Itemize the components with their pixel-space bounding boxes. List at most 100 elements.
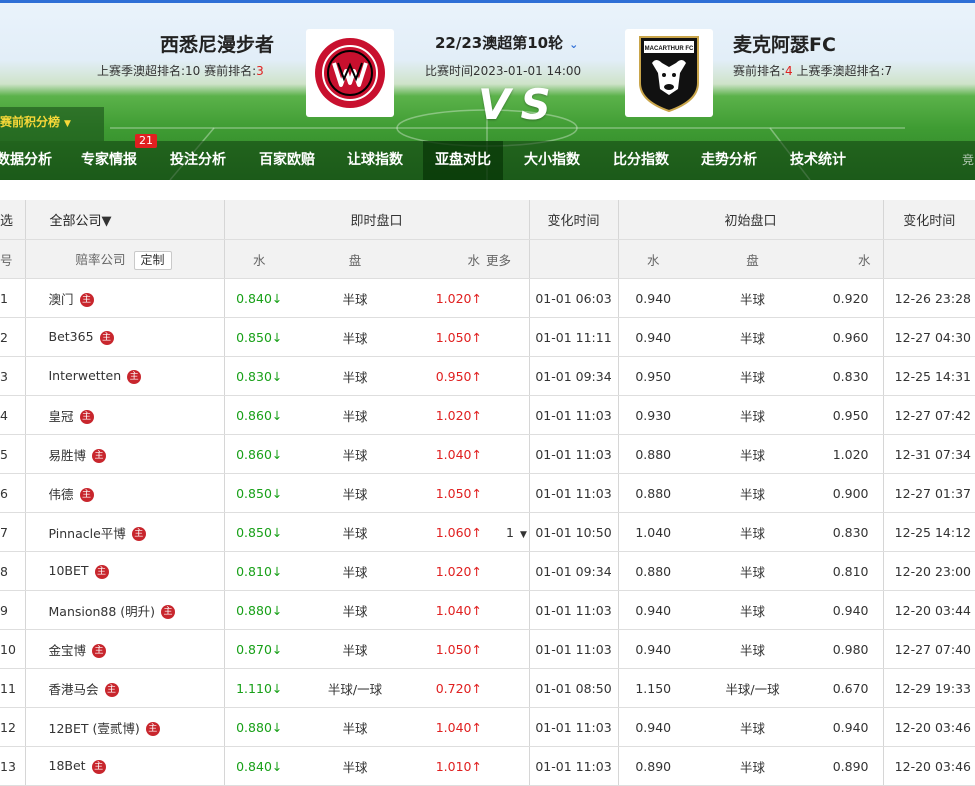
company-cell[interactable]: 香港马会主 (24, 668, 224, 708)
init-handicap: 半球 (688, 278, 817, 318)
nav-overflow-item[interactable]: 竞 (962, 141, 974, 179)
more-dropdown[interactable]: 1 ▼ (486, 512, 529, 552)
live-away-water[interactable]: 0.720↑ (416, 668, 486, 708)
live-home-value: 0.830 (236, 368, 272, 384)
crown-icon: 主 (94, 564, 109, 579)
company-cell[interactable]: 易胜博主 (24, 434, 224, 474)
company-cell[interactable]: 10BET 主 (24, 551, 224, 591)
live-away-water[interactable]: 0.950↑ (416, 356, 486, 396)
nav-over-under[interactable]: 大小指数 (524, 141, 580, 180)
change-time[interactable]: 01-01 11:03 (528, 746, 618, 786)
table-row: 4 皇冠主 0.860↓ 半球 1.020↑ 01-01 11:03 0.930 半球 0.95… (0, 395, 975, 435)
change-time[interactable]: 01-01 11:03 (528, 629, 618, 669)
crown-icon: 主 (145, 722, 160, 736)
company-cell[interactable]: 澳门主 (24, 278, 224, 318)
nav-trend-analysis[interactable]: 走势分析 (701, 141, 757, 180)
live-home-water[interactable]: 1.110↓ (223, 668, 294, 708)
change-time[interactable]: 01-01 08:50 (528, 668, 618, 708)
live-home-water[interactable]: 0.880↓ (223, 590, 294, 630)
live-away-water[interactable]: 1.020↑ (416, 551, 486, 591)
nav-betting-analysis[interactable]: 投注分析 (170, 141, 226, 180)
arrow-up-icon: ↑ (471, 524, 482, 540)
more-cell (486, 629, 529, 669)
live-away-water[interactable]: 1.050↑ (416, 629, 486, 669)
init-handicap: 半球 (688, 356, 817, 396)
change-time[interactable]: 01-01 09:34 (528, 551, 618, 591)
customize-button[interactable]: 定制 (133, 250, 172, 270)
live-away-water[interactable]: 1.020↑ (416, 395, 486, 435)
home-team-name[interactable]: 西悉尼漫步者 (160, 30, 274, 57)
nav-euro-odds[interactable]: 百家欧赔 (259, 141, 315, 180)
initial-odds-header: 初始盘口 (617, 200, 883, 240)
arrow-down-icon: ↓ (271, 758, 283, 774)
live-away-water[interactable]: 1.060↑ (416, 512, 486, 552)
company-cell[interactable]: Mansion88 (明升) 主 (24, 590, 224, 630)
all-companies-filter[interactable]: 全部公司▼ (24, 200, 224, 240)
company-cell[interactable]: 12BET (壹贰博) 主 (24, 707, 224, 747)
live-home-water[interactable]: 0.860↓ (223, 395, 294, 435)
live-away-water[interactable]: 1.040↑ (416, 434, 486, 474)
live-away-water[interactable]: 1.040↑ (416, 590, 486, 630)
live-handicap: 半球 (294, 707, 416, 747)
live-away-water[interactable]: 1.050↑ (416, 317, 486, 357)
live-home-water[interactable]: 0.850↓ (223, 317, 294, 357)
more-cell (486, 707, 529, 747)
live-home-water[interactable]: 0.830↓ (223, 356, 294, 396)
change-time[interactable]: 01-01 11:03 (528, 707, 618, 747)
init-handicap: 半球 (688, 473, 817, 513)
live-away-water[interactable]: 1.050↑ (416, 473, 486, 513)
company-cell[interactable]: Pinnacle平博主 (24, 512, 224, 552)
caret-down-icon: ▼ (519, 529, 527, 540)
away-team-name[interactable]: 麦克阿瑟FC (733, 30, 836, 57)
number-header: 号 (0, 239, 25, 279)
standings-label: 赛前积分榜 (0, 115, 61, 129)
change-time[interactable]: 01-01 10:50 (528, 512, 618, 552)
company-cell[interactable]: Bet365 主 (24, 317, 224, 357)
home-rank-value: 3 (256, 64, 264, 78)
round-selector[interactable]: 22/23澳超第10轮 ⌄ (435, 32, 578, 53)
company-cell[interactable]: 皇冠主 (24, 395, 224, 435)
company-cell[interactable]: Interwetten 主 (24, 356, 224, 396)
crown-icon: 主 (104, 683, 119, 697)
company-cell[interactable]: 18Bet 主 (24, 746, 224, 786)
crown-icon: 主 (99, 330, 114, 345)
home-team-logo[interactable] (306, 29, 394, 117)
arrow-down-icon: ↓ (271, 485, 283, 501)
nav-expert-intel[interactable]: 专家情报 (81, 141, 137, 180)
company-cell[interactable]: 金宝博主 (24, 629, 224, 669)
live-home-water[interactable]: 0.840↓ (223, 746, 294, 786)
live-away-water[interactable]: 1.040↑ (416, 707, 486, 747)
change-time[interactable]: 01-01 09:34 (528, 356, 618, 396)
live-home-water[interactable]: 0.870↓ (223, 629, 294, 669)
change-time[interactable]: 01-01 11:03 (528, 473, 618, 513)
change-time[interactable]: 01-01 06:03 (528, 278, 618, 318)
nav-score-index[interactable]: 比分指数 (613, 141, 669, 180)
arrow-up-icon: ↑ (471, 563, 482, 579)
live-away-water[interactable]: 1.010↑ (416, 746, 486, 786)
standings-dropdown[interactable]: 赛前积分榜 ▼ (0, 107, 104, 141)
change-time[interactable]: 01-01 11:03 (528, 590, 618, 630)
change-time[interactable]: 01-01 11:11 (528, 317, 618, 357)
header-row-sub: 号 赔率公司 定制 水 盘 水 更多 水 盘 水 (0, 239, 975, 279)
change-time[interactable]: 01-01 11:03 (528, 395, 618, 435)
nav-handicap-index[interactable]: 让球指数 (347, 141, 403, 180)
nav-data-analysis[interactable]: 数据分析 (0, 141, 52, 180)
table-row: 11 香港马会主 1.110↓ 半球/一球 0.720↑ 01-01 08:50 1.150… (0, 668, 975, 708)
init-away-water: 0.810 (817, 551, 883, 591)
live-home-water[interactable]: 0.850↓ (223, 512, 294, 552)
away-team-logo[interactable]: MACARTHUR FC (625, 29, 713, 117)
live-away-water[interactable]: 1.020↑ (416, 278, 486, 318)
away-rank-value: 4 (785, 64, 793, 78)
company-cell[interactable]: 伟德主 (24, 473, 224, 513)
live-home-water[interactable]: 0.840↓ (223, 278, 294, 318)
live-home-water[interactable]: 0.810↓ (223, 551, 294, 591)
nav-asian-compare[interactable]: 亚盘对比 (423, 141, 503, 180)
live-home-water[interactable]: 0.850↓ (223, 473, 294, 513)
init-change-time: 12-27 07:42 (882, 395, 975, 435)
nav-tech-stats[interactable]: 技术统计 (790, 141, 846, 180)
live-home-water[interactable]: 0.880↓ (223, 707, 294, 747)
init-handicap-header: 盘 (688, 239, 817, 279)
change-time[interactable]: 01-01 11:03 (528, 434, 618, 474)
live-home-water[interactable]: 0.860↓ (223, 434, 294, 474)
more-count: 1 (506, 524, 514, 540)
